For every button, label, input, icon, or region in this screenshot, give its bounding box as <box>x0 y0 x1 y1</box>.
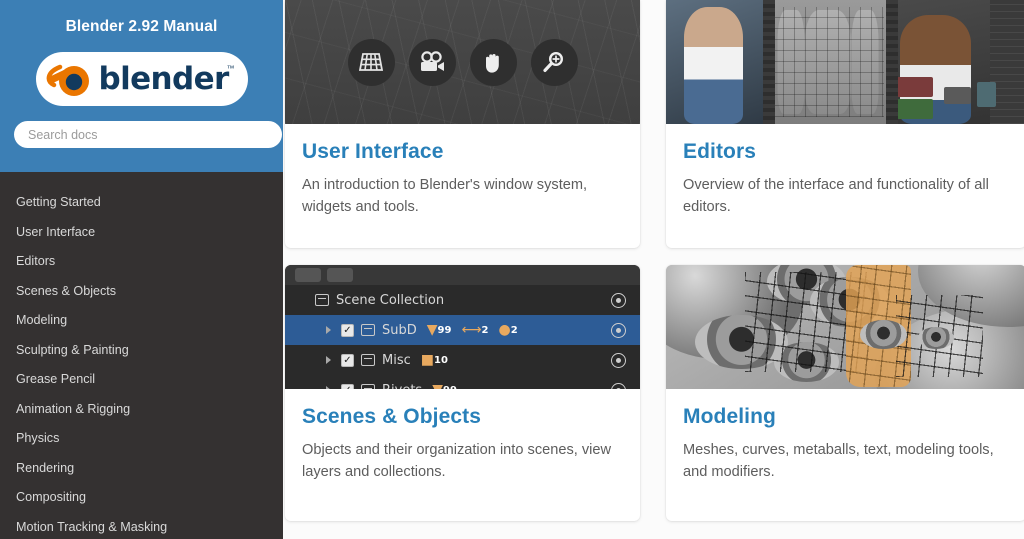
collection-icon <box>361 384 375 389</box>
outliner-row-label: Rivets <box>382 383 422 390</box>
outliner-row-label: Misc <box>382 352 411 368</box>
visibility-eye-icon[interactable] <box>611 292 626 308</box>
outliner-badge: 99 <box>443 385 457 390</box>
card-title[interactable]: Scenes & Objects <box>302 405 623 428</box>
outliner-badge: 10 <box>433 354 448 366</box>
card-thumbnail-editors <box>666 0 1024 124</box>
card-thumbnail-user-interface <box>285 0 640 124</box>
movie-camera-icon <box>408 38 456 86</box>
zoom-in-icon <box>530 38 578 86</box>
collection-icon <box>361 354 375 366</box>
trademark-symbol: ™ <box>226 64 235 73</box>
card-description: Overview of the interface and functional… <box>683 177 989 216</box>
outliner-badge: 99 <box>437 324 452 336</box>
sidebar-nav: Getting Started User Interface Editors S… <box>0 172 283 539</box>
card-scenes-objects[interactable]: Scene Collection ✓ SubD ▼ 99 ⟷ 2 ● 2 ✓ M… <box>285 265 640 521</box>
blender-mark-icon <box>46 57 98 101</box>
card-body-editors: Editors Overview of the interface and fu… <box>666 124 1024 232</box>
sidebar-item-modeling[interactable]: Modeling <box>0 306 283 336</box>
sidebar-item-editors[interactable]: Editors <box>0 247 283 277</box>
hand-icon <box>469 38 517 86</box>
checkbox-icon[interactable]: ✓ <box>341 353 354 367</box>
outliner-badge: 2 <box>481 324 489 336</box>
card-modeling[interactable]: Modeling Meshes, curves, metaballs, text… <box>666 265 1024 521</box>
card-title[interactable]: Modeling <box>683 405 1009 428</box>
mesh-object-icon: ▼ <box>432 382 443 389</box>
sidebar-item-animation-rigging[interactable]: Animation & Rigging <box>0 395 283 425</box>
card-body-scenes-objects: Scenes & Objects Objects and their organ… <box>285 389 640 497</box>
mesh-object-icon: ■ <box>420 352 434 368</box>
main-content: User Interface An introduction to Blende… <box>283 0 1024 539</box>
blender-logo[interactable]: blender ™ <box>35 52 248 106</box>
search-input[interactable] <box>14 121 282 148</box>
card-thumbnail-modeling <box>666 265 1024 389</box>
sidebar: Blender 2.92 Manual blender ™ Gettin <box>0 0 283 539</box>
sidebar-item-user-interface[interactable]: User Interface <box>0 218 283 248</box>
editor-pane-viewport <box>666 0 767 124</box>
sidebar-item-scenes-objects[interactable]: Scenes & Objects <box>0 277 283 307</box>
card-grid: User Interface An introduction to Blende… <box>283 0 1024 521</box>
outliner-row-label: SubD <box>382 322 417 338</box>
sidebar-item-sculpting-painting[interactable]: Sculpting & Painting <box>0 336 283 366</box>
outliner-display-mode-icon <box>295 268 321 282</box>
armature-object-icon: ● <box>498 322 511 338</box>
sidebar-item-physics[interactable]: Physics <box>0 424 283 454</box>
disclosure-triangle-icon[interactable] <box>315 386 341 389</box>
disclosure-triangle-icon[interactable] <box>315 356 341 364</box>
collection-icon <box>361 324 375 336</box>
curve-object-icon: ⟷ <box>461 322 482 338</box>
search-box[interactable] <box>14 121 282 148</box>
card-title[interactable]: Editors <box>683 140 1009 163</box>
card-user-interface[interactable]: User Interface An introduction to Blende… <box>285 0 640 248</box>
outliner-filter-icon <box>327 268 353 282</box>
outliner-scene-collection-label: Scene Collection <box>336 292 445 308</box>
outliner-scene-collection-row[interactable]: Scene Collection <box>285 285 640 315</box>
visibility-eye-icon[interactable] <box>611 352 626 368</box>
card-description: An introduction to Blender's window syst… <box>302 177 588 216</box>
documentation-page: Blender 2.92 Manual blender ™ Gettin <box>0 0 1024 539</box>
card-description: Meshes, curves, metaballs, text, modelin… <box>683 442 994 481</box>
outliner-row-rivets[interactable]: ✓ Rivets ▼ 99 <box>285 375 640 389</box>
ui-icon-row <box>285 0 640 124</box>
manual-title: Blender 2.92 Manual <box>65 18 218 35</box>
disclosure-triangle-icon[interactable] <box>315 326 341 334</box>
visibility-eye-icon[interactable] <box>611 322 626 338</box>
card-body-user-interface: User Interface An introduction to Blende… <box>285 124 640 232</box>
sidebar-header: Blender 2.92 Manual blender ™ <box>0 0 283 172</box>
visibility-eye-icon[interactable] <box>611 382 626 389</box>
outliner-row-misc[interactable]: ✓ Misc ■ 10 <box>285 345 640 375</box>
sidebar-item-motion-tracking-masking[interactable]: Motion Tracking & Masking <box>0 513 283 539</box>
checkbox-icon[interactable]: ✓ <box>341 323 354 337</box>
blender-wordmark: blender <box>98 60 230 97</box>
card-title[interactable]: User Interface <box>302 140 623 163</box>
collection-icon <box>315 294 329 306</box>
sidebar-item-getting-started[interactable]: Getting Started <box>0 188 283 218</box>
mesh-object-icon: ▼ <box>426 322 438 338</box>
editor-pane-uv <box>766 0 890 124</box>
outliner-badge: 2 <box>510 324 518 336</box>
card-thumbnail-outliner: Scene Collection ✓ SubD ▼ 99 ⟷ 2 ● 2 ✓ M… <box>285 265 640 389</box>
sidebar-item-rendering[interactable]: Rendering <box>0 454 283 484</box>
card-body-modeling: Modeling Meshes, curves, metaballs, text… <box>666 389 1024 497</box>
outliner-row-subd[interactable]: ✓ SubD ▼ 99 ⟷ 2 ● 2 <box>285 315 640 345</box>
card-description: Objects and their organization into scen… <box>302 442 612 481</box>
editor-pane-properties <box>889 0 1024 124</box>
sidebar-item-compositing[interactable]: Compositing <box>0 483 283 513</box>
grid-icon <box>347 38 395 86</box>
sidebar-item-grease-pencil[interactable]: Grease Pencil <box>0 365 283 395</box>
card-editors[interactable]: Editors Overview of the interface and fu… <box>666 0 1024 248</box>
outliner-toolbar <box>285 265 640 285</box>
checkbox-icon[interactable]: ✓ <box>341 383 354 389</box>
